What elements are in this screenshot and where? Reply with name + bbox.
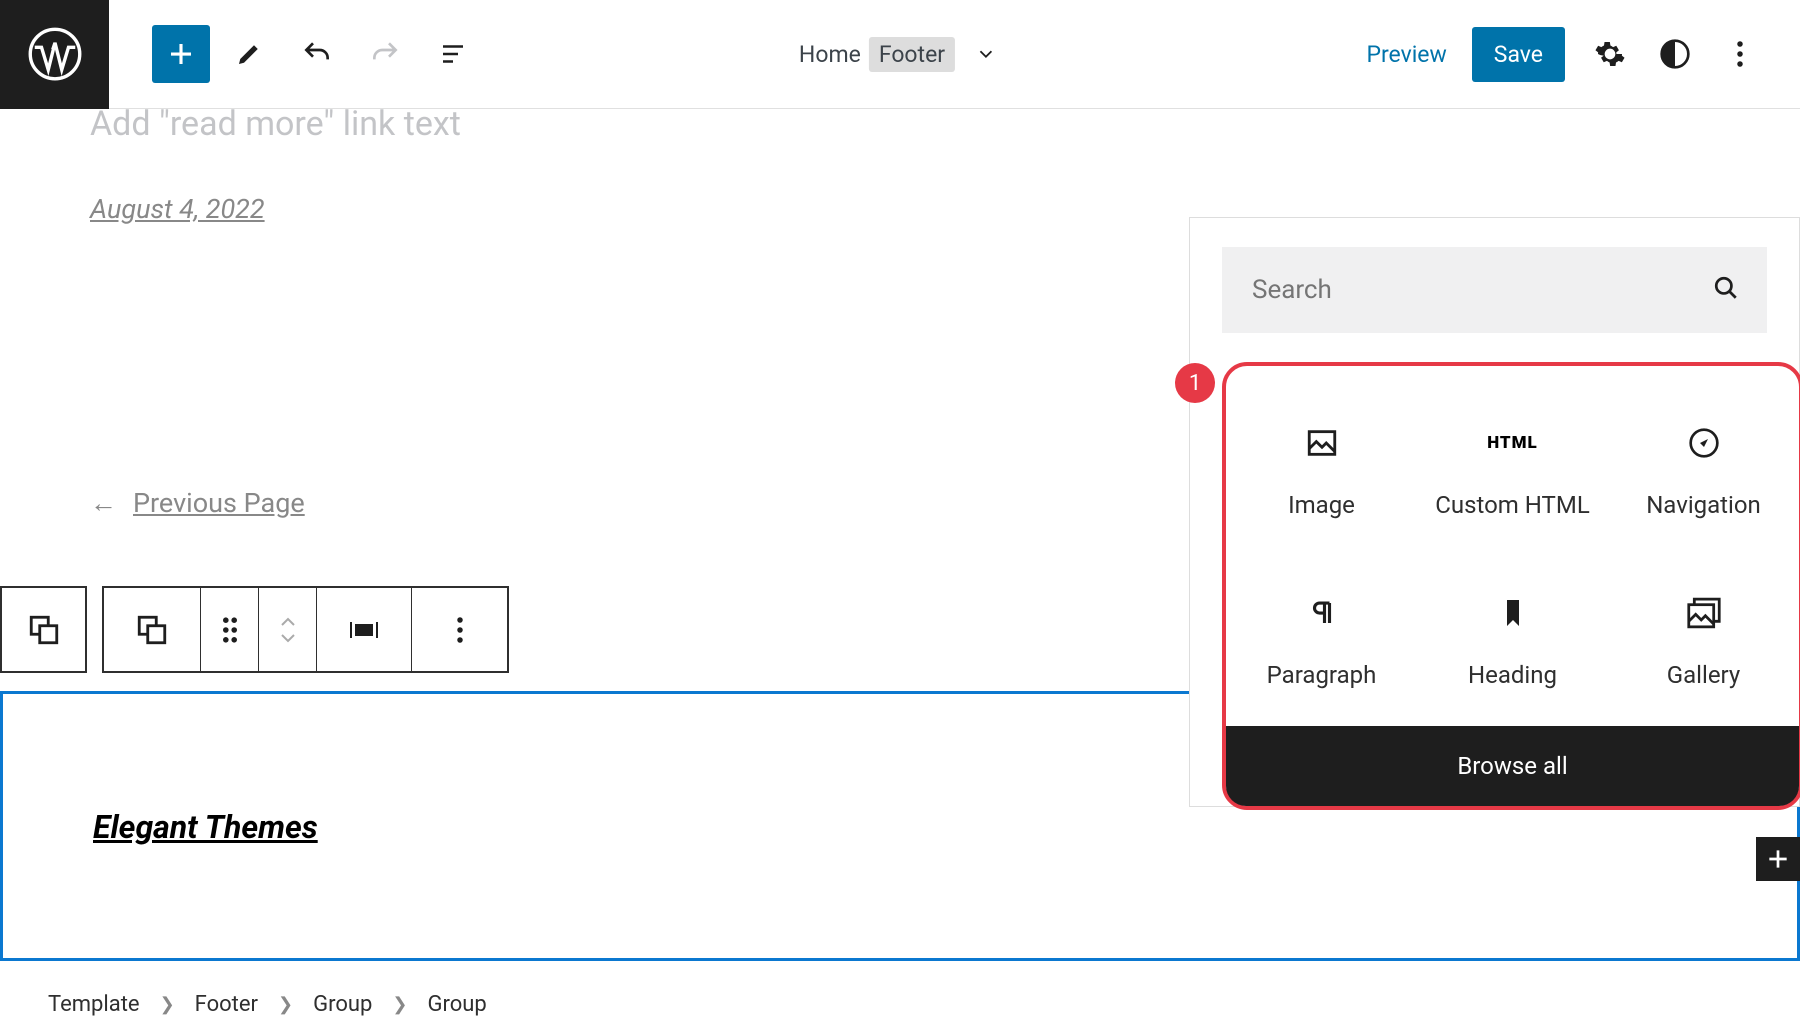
breadcrumb-item[interactable]: Template	[48, 992, 140, 1017]
block-custom-html[interactable]: HTML Custom HTML	[1417, 386, 1608, 556]
block-type-button[interactable]	[104, 588, 201, 671]
html-icon: HTML	[1487, 423, 1538, 463]
wordpress-logo[interactable]	[0, 0, 109, 109]
parent-block-selector[interactable]	[0, 586, 87, 673]
breadcrumb-item[interactable]: Footer	[195, 992, 258, 1017]
browse-all-button[interactable]: Browse all	[1226, 726, 1799, 806]
post-date[interactable]: August 4, 2022	[90, 193, 265, 225]
block-label: Paragraph	[1267, 661, 1377, 689]
template-breadcrumb[interactable]: Home Footer	[799, 37, 1001, 72]
block-toolbar	[102, 586, 509, 673]
block-label: Heading	[1468, 661, 1557, 689]
chevron-down-icon[interactable]	[971, 39, 1001, 69]
navigation-icon	[1688, 423, 1720, 463]
block-image[interactable]: Image	[1226, 386, 1417, 556]
block-paragraph[interactable]: Paragraph	[1226, 556, 1417, 726]
paragraph-icon	[1307, 593, 1337, 633]
suggested-blocks: Image HTML Custom HTML Navigation Paragr…	[1222, 362, 1800, 810]
preview-button[interactable]: Preview	[1366, 41, 1446, 68]
block-breadcrumbs: Template ❯ Footer ❯ Group ❯ Group	[0, 979, 535, 1029]
image-icon	[1305, 423, 1339, 463]
site-title[interactable]: Elegant Themes	[93, 808, 318, 846]
save-button[interactable]: Save	[1472, 27, 1565, 82]
arrow-left-icon: ←	[90, 487, 117, 519]
block-search[interactable]	[1222, 247, 1767, 333]
template-name: Home	[799, 41, 861, 68]
align-button[interactable]	[317, 588, 412, 671]
gallery-icon	[1686, 593, 1722, 633]
edit-tool-button[interactable]	[220, 25, 278, 83]
settings-button[interactable]	[1590, 34, 1630, 74]
breadcrumb-item[interactable]: Group	[313, 992, 372, 1017]
heading-icon	[1501, 593, 1525, 633]
list-view-button[interactable]	[424, 25, 482, 83]
search-icon	[1713, 275, 1739, 305]
search-input[interactable]	[1252, 275, 1737, 305]
more-options-button[interactable]	[1720, 34, 1760, 74]
redo-button[interactable]	[356, 25, 414, 83]
annotation-badge: 1	[1175, 363, 1215, 403]
read-more-placeholder[interactable]: Add "read more" link text	[90, 104, 461, 144]
block-label: Custom HTML	[1435, 491, 1590, 519]
chevron-right-icon: ❯	[278, 994, 293, 1015]
breadcrumb-item[interactable]: Group	[427, 992, 486, 1017]
top-toolbar: Home Footer Preview Save	[0, 0, 1800, 109]
append-block-button[interactable]	[1756, 837, 1800, 881]
styles-button[interactable]	[1655, 34, 1695, 74]
previous-page-link[interactable]: ← Previous Page	[90, 487, 305, 519]
chevron-right-icon: ❯	[392, 994, 407, 1015]
block-gallery[interactable]: Gallery	[1608, 556, 1799, 726]
block-label: Navigation	[1646, 491, 1761, 519]
add-block-button[interactable]	[152, 25, 210, 83]
block-navigation[interactable]: Navigation	[1608, 386, 1799, 556]
chevron-right-icon: ❯	[160, 994, 175, 1015]
template-part-name: Footer	[869, 37, 955, 72]
drag-handle[interactable]	[201, 588, 259, 671]
block-inserter-panel: Image HTML Custom HTML Navigation Paragr…	[1189, 217, 1800, 807]
block-label: Gallery	[1667, 661, 1741, 689]
previous-page-label: Previous Page	[133, 487, 305, 519]
block-heading[interactable]: Heading	[1417, 556, 1608, 726]
undo-button[interactable]	[288, 25, 346, 83]
move-buttons[interactable]	[259, 588, 317, 671]
block-label: Image	[1288, 491, 1355, 519]
block-options-button[interactable]	[412, 588, 507, 671]
